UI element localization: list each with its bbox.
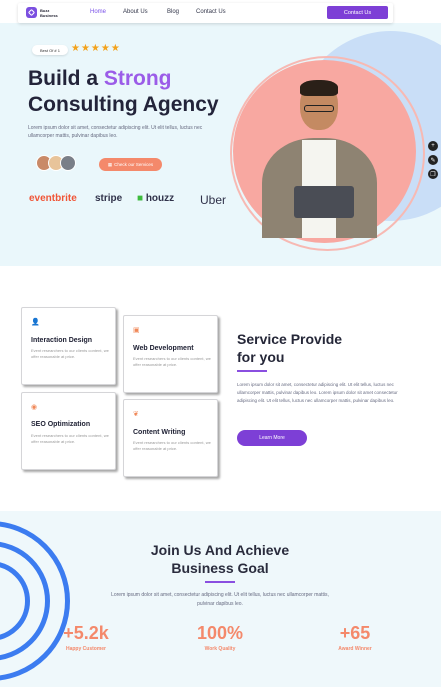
nav-about[interactable]: About Us — [123, 9, 148, 15]
card-text: Event researchers to our clients content… — [31, 348, 109, 359]
card-title: Content Writing — [133, 429, 186, 436]
service-card[interactable]: ❦ Content Writing Event researchers to o… — [123, 399, 218, 477]
target-icon: ◉ — [31, 404, 38, 411]
card-text: Event researchers to our clients content… — [31, 433, 109, 444]
title-underline — [205, 581, 235, 583]
card-title: Web Development — [133, 345, 194, 352]
plus-icon[interactable]: + — [428, 141, 438, 151]
join-description: Lorem ipsum dolor sit amet, consectetur … — [111, 592, 329, 607]
title-underline — [237, 370, 267, 372]
service-card[interactable]: ◉ SEO Optimization Event researchers to … — [21, 392, 116, 470]
contact-us-button[interactable]: Contact Us — [327, 6, 388, 19]
side-toolbar: + ✎ ❐ — [428, 141, 438, 179]
hero-person-glasses — [304, 105, 334, 112]
logo-tagline: Business — [40, 12, 58, 18]
card-title: Interaction Design — [31, 337, 93, 344]
card-text: Event researchers to our clients content… — [133, 440, 211, 451]
stat-quality: 100% Work Quality — [196, 623, 244, 652]
stat-awards: +65 Award Winner — [338, 623, 372, 652]
stat-customers: +5.2k Happy Customer — [63, 623, 109, 652]
brand-eventbrite: eventbrite — [29, 193, 77, 204]
tablet-image — [294, 186, 354, 218]
hero-person-hair — [300, 80, 338, 96]
best-badge: Best Of # 1 — [32, 45, 68, 55]
logo[interactable]: Buzz Business — [26, 7, 58, 18]
code-icon: ▣ — [133, 327, 140, 334]
logo-icon — [26, 7, 37, 18]
card-text: Event researchers to our clients content… — [133, 356, 211, 367]
card-title: SEO Optimization — [31, 421, 91, 428]
service-card[interactable]: 👤 Interaction Design Event researchers t… — [21, 307, 116, 385]
learn-more-button[interactable]: Learn More — [237, 430, 307, 446]
service-card[interactable]: ▣ Web Development Event researchers to o… — [123, 315, 218, 393]
top-navbar: Buzz Business Home About Us Blog Contact … — [18, 3, 393, 23]
pencil-icon[interactable]: ✎ — [428, 155, 438, 165]
grid-icon: ▦ — [107, 161, 113, 167]
hero-description: Lorem ipsum dolor sit amet, consectetur … — [28, 125, 203, 139]
rating-stars: ★★★★★ — [71, 43, 121, 54]
customer-avatars — [36, 155, 76, 171]
user-icon: 👤 — [31, 319, 40, 326]
hero-title: Build a Strong Consulting Agency — [28, 67, 219, 116]
nav-home[interactable]: Home — [90, 9, 106, 15]
houzz-icon: ■ — [137, 193, 146, 204]
leaf-icon: ❦ — [133, 411, 139, 418]
services-title: Service Provide for you — [237, 331, 343, 365]
avatar — [60, 155, 76, 171]
check-services-button[interactable]: ▦ Check our Services — [99, 158, 162, 171]
brand-stripe: stripe — [95, 193, 123, 204]
nav-contact[interactable]: Contact Us — [196, 9, 226, 15]
hero-title-accent: Strong — [103, 67, 172, 90]
join-title: Join Us And Achieve Business Goal — [150, 542, 290, 576]
brand-uber: Uber — [200, 193, 227, 207]
brand-houzz: ■ houzz — [137, 193, 175, 204]
copy-icon[interactable]: ❐ — [428, 169, 438, 179]
nav-blog[interactable]: Blog — [167, 9, 179, 15]
services-description: Lorem ipsum dolor sit amet, consectetur … — [237, 382, 398, 403]
